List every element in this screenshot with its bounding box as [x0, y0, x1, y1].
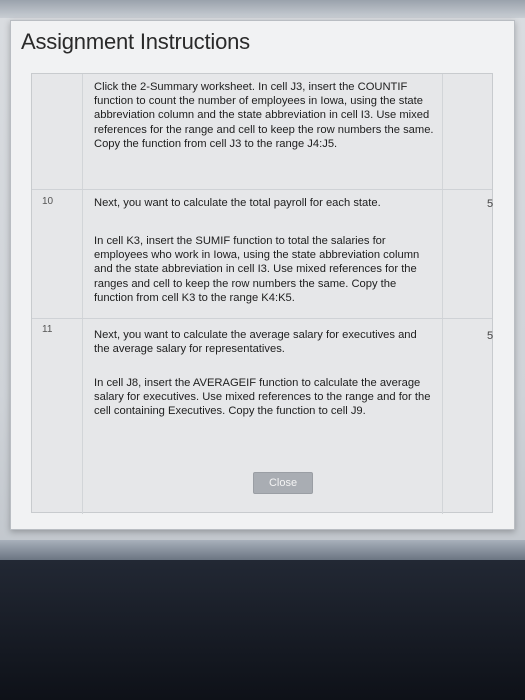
step-11-points: 5 [487, 330, 494, 342]
points-column-divider [442, 74, 443, 514]
monitor-bezel [0, 560, 525, 700]
step-10-paragraph-2: In cell K3, insert the SUMIF function to… [94, 235, 420, 304]
row-divider [32, 189, 492, 190]
close-button[interactable]: Close [253, 472, 313, 494]
step-number-10: 10 [42, 196, 54, 207]
step-11-paragraph-2: In cell J8, insert the AVERAGEIF functio… [94, 377, 431, 418]
step-9-paragraph: Click the 2-Summary worksheet. In cell J… [94, 81, 434, 150]
step-10-paragraph-1: Next, you want to calculate the total pa… [94, 197, 381, 209]
step-number-11: 11 [42, 324, 53, 335]
step-10-points: 5 [487, 198, 494, 210]
assignment-instructions-dialog: Assignment Instructions Click the 2-Summ… [10, 20, 515, 530]
taskbar-band [0, 540, 525, 560]
step-number-column-divider [82, 74, 83, 514]
instructions-panel[interactable]: Click the 2-Summary worksheet. In cell J… [31, 73, 494, 514]
dialog-title: Assignment Instructions [21, 29, 250, 54]
step-11-paragraph-1: Next, you want to calculate the average … [94, 329, 417, 356]
row-divider [32, 318, 492, 319]
background-window-strip [0, 0, 525, 18]
